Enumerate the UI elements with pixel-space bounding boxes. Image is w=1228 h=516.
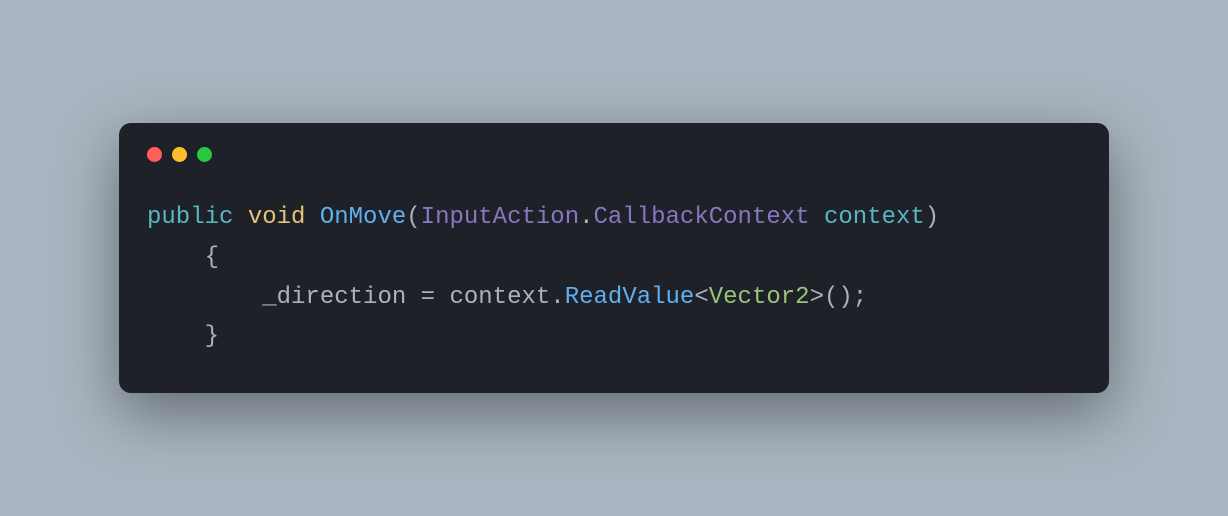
method-name: OnMove [320,204,406,231]
parens-empty: () [824,284,853,311]
angle-open: < [694,284,708,311]
angle-close: > [810,284,824,311]
brace-close: } [205,323,219,350]
call-readvalue: ReadValue [565,284,695,311]
code-line: _direction = context.ReadValue<Vector2>(… [262,284,867,311]
type-callbackcontext: CallbackContext [594,204,810,231]
dot: . [579,204,593,231]
semicolon: ; [853,284,867,311]
brace-open: { [205,244,219,271]
equals: = [421,284,435,311]
keyword-public: public [147,204,233,231]
ident-direction: _direction [262,284,406,311]
type-inputaction: InputAction [421,204,579,231]
code-line: public void OnMove(InputAction.CallbackC… [147,204,939,231]
generic-vector2: Vector2 [709,284,810,311]
close-icon[interactable] [147,147,162,162]
paren-open: ( [406,204,420,231]
dot: . [550,284,564,311]
paren-close: ) [925,204,939,231]
keyword-void: void [248,204,306,231]
ident-context: context [449,284,550,311]
param-context: context [824,204,925,231]
minimize-icon[interactable] [172,147,187,162]
code-block: public void OnMove(InputAction.CallbackC… [147,198,1081,356]
zoom-icon[interactable] [197,147,212,162]
window-titlebar [147,147,1081,162]
code-window: public void OnMove(InputAction.CallbackC… [119,123,1109,392]
